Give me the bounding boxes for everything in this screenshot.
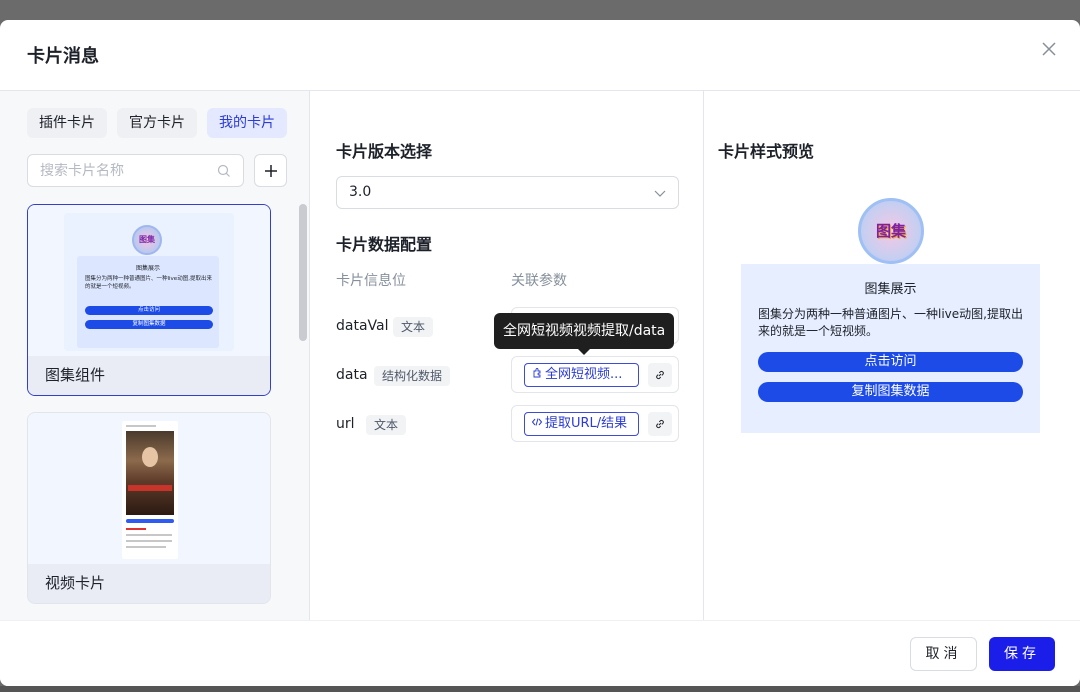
plus-icon — [264, 164, 277, 177]
param-slot-url[interactable]: 提取URL/结果 — [511, 405, 679, 442]
gallery-mini-card: 图集展示 图集分为两种一种普通图片、一种live动图,提取出来的就是一个短视频。… — [77, 256, 219, 348]
video-caption-band — [128, 485, 172, 491]
gallery-preview-mini: 图集 图集展示 图集分为两种一种普通图片、一种live动图,提取出来的就是一个短… — [64, 213, 234, 351]
gallery-mini-visit-button: 点击访问 — [85, 306, 213, 315]
chevron-down-icon — [654, 190, 666, 197]
search-icon — [217, 164, 230, 177]
plugin-icon — [533, 368, 541, 378]
param-chip-url[interactable]: 提取URL/结果 — [524, 412, 639, 436]
video-mini-button — [126, 519, 174, 523]
card-list-scrollbar[interactable] — [299, 204, 307, 341]
card-thumbnail — [28, 413, 270, 566]
search-input[interactable] — [40, 155, 210, 186]
preview-visit-button[interactable]: 点击访问 — [758, 352, 1023, 372]
param-chip-label: 提取URL/结果 — [545, 416, 628, 431]
link-button[interactable] — [648, 363, 672, 387]
card-item-video[interactable]: 视频卡片 — [27, 412, 271, 604]
field-name-data: data — [336, 367, 368, 383]
cancel-button[interactable]: 取消 — [910, 637, 977, 671]
video-mini-text — [126, 528, 146, 530]
field-type-tag: 文本 — [366, 415, 407, 435]
dialog-footer: 取消 保存 — [0, 620, 1080, 686]
video-preview-mini — [122, 421, 178, 559]
video-figure — [142, 447, 158, 467]
video-mini-header — [126, 425, 156, 427]
close-icon — [1042, 42, 1056, 56]
save-button[interactable]: 保存 — [989, 637, 1055, 671]
card-config-panel: 卡片版本选择 3.0 卡片数据配置 卡片信息位 关联参数 dataVal 文本 — [311, 91, 704, 621]
preview-title: 卡片样式预览 — [718, 142, 815, 161]
link-button[interactable] — [648, 412, 672, 436]
field-name-dataval: dataVal — [336, 318, 389, 334]
gallery-mini-desc: 图集分为两种一种普通图片、一种live动图,提取出来的就是一个短视频。 — [85, 276, 212, 290]
field-type-tag: 文本 — [393, 317, 434, 337]
video-mini-text — [126, 546, 166, 548]
preview-copy-button[interactable]: 复制图集数据 — [758, 382, 1023, 402]
dialog-header: 卡片消息 — [0, 20, 1080, 90]
card-message-dialog: 卡片消息 插件卡片 官方卡片 我的卡片 搜索卡片名称 图集 图集展示 图集分为两… — [0, 20, 1080, 686]
card-label: 图集组件 — [28, 356, 270, 395]
col-header-info: 卡片信息位 — [336, 273, 406, 289]
param-tooltip: 全网短视频视频提取/data — [494, 313, 675, 349]
version-section-title: 卡片版本选择 — [336, 142, 433, 161]
gallery-mini-copy-button: 复制图集数据 — [85, 320, 213, 329]
card-type-tabs: 插件卡片 官方卡片 我的卡片 — [27, 108, 287, 138]
card-thumbnail: 图集 图集展示 图集分为两种一种普通图片、一种live动图,提取出来的就是一个短… — [28, 205, 270, 358]
tab-official-cards[interactable]: 官方卡片 — [117, 108, 197, 138]
data-config-title: 卡片数据配置 — [336, 235, 433, 254]
gallery-mini-title: 图集展示 — [135, 265, 160, 272]
video-mini-text — [126, 534, 172, 536]
version-select[interactable]: 3.0 — [336, 176, 679, 209]
preview-card-title: 图集展示 — [864, 282, 917, 297]
link-icon — [656, 370, 664, 380]
add-card-button[interactable] — [254, 154, 287, 187]
overlay-backdrop — [0, 686, 1080, 692]
link-icon — [656, 419, 664, 429]
dialog-title: 卡片消息 — [27, 46, 99, 67]
video-mini-text — [126, 540, 172, 542]
version-select-value: 3.0 — [349, 184, 372, 200]
dialog-body: 插件卡片 官方卡片 我的卡片 搜索卡片名称 图集 图集展示 图集分为两种一种普通… — [0, 90, 1080, 630]
code-icon — [531, 418, 543, 426]
card-library-panel: 插件卡片 官方卡片 我的卡片 搜索卡片名称 图集 图集展示 图集分为两种一种普通… — [0, 91, 310, 630]
field-type-tag: 结构化数据 — [374, 366, 451, 386]
card-label: 视频卡片 — [28, 564, 270, 603]
tooltip-arrow — [577, 348, 591, 355]
gallery-avatar: 图集 — [132, 225, 162, 255]
param-chip-data[interactable]: 全网短视频... — [524, 363, 639, 387]
preview-card: 图集展示 图集分为两种一种普通图片、一种live动图,提取出来的就是一个短视频。… — [741, 264, 1040, 433]
field-name-url: url — [336, 416, 355, 432]
tab-my-cards[interactable]: 我的卡片 — [207, 108, 287, 138]
preview-card-desc: 图集分为两种一种普通图片、一种live动图,提取出来的就是一个短视频。 — [758, 307, 1023, 338]
close-button[interactable] — [1038, 38, 1060, 60]
card-item-gallery[interactable]: 图集 图集展示 图集分为两种一种普通图片、一种live动图,提取出来的就是一个短… — [27, 204, 271, 396]
card-preview-panel: 卡片样式预览 图集展示 图集分为两种一种普通图片、一种live动图,提取出来的就… — [705, 91, 1080, 621]
tab-plugin-cards[interactable]: 插件卡片 — [27, 108, 107, 138]
search-box — [27, 154, 244, 187]
video-thumbnail-image — [126, 431, 174, 515]
search-row — [27, 154, 287, 187]
param-slot-data[interactable]: 全网短视频... — [511, 356, 679, 393]
param-chip-label: 全网短视频... — [545, 367, 623, 382]
col-header-param: 关联参数 — [511, 273, 567, 289]
preview-avatar: 图集 — [858, 198, 924, 264]
